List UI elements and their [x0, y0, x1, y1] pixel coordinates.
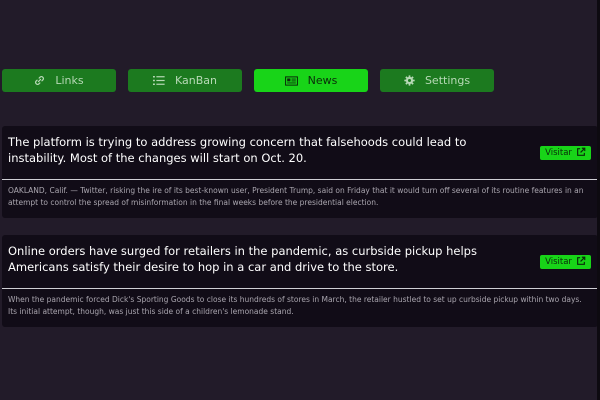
news-headline: The platform is trying to address growin…: [8, 135, 467, 165]
card-divider: [2, 179, 598, 180]
top-nav: Links KanBan News Settings: [2, 69, 562, 92]
news-card: Online orders have surged for retailers …: [2, 235, 598, 327]
visit-button-label: Visitar: [545, 148, 572, 158]
list-icon: [153, 75, 165, 86]
visit-button-label: Visitar: [545, 257, 572, 267]
nav-news-button[interactable]: News: [254, 69, 368, 92]
newspaper-icon: [284, 75, 298, 86]
gear-icon: [404, 75, 415, 86]
app-frame: Links KanBan News Settings The platform …: [0, 0, 600, 400]
visit-button[interactable]: Visitar: [540, 255, 591, 269]
nav-settings-button[interactable]: Settings: [380, 69, 494, 92]
news-headline: Online orders have surged for retailers …: [8, 244, 477, 274]
nav-news-label: News: [307, 74, 338, 87]
link-icon: [34, 75, 45, 86]
card-divider: [2, 288, 598, 289]
nav-settings-label: Settings: [424, 74, 471, 87]
news-card: The platform is trying to address growin…: [2, 126, 598, 218]
nav-links-label: Links: [55, 74, 84, 87]
news-summary: When the pandemic forced Dick's Sporting…: [8, 295, 582, 316]
external-link-icon: [576, 147, 586, 160]
nav-kanban-button[interactable]: KanBan: [128, 69, 242, 92]
news-summary: OAKLAND, Calif. — Twitter, risking the i…: [8, 186, 584, 207]
nav-kanban-label: KanBan: [175, 74, 217, 87]
nav-links-button[interactable]: Links: [2, 69, 116, 92]
visit-button[interactable]: Visitar: [540, 146, 591, 160]
external-link-icon: [576, 256, 586, 269]
